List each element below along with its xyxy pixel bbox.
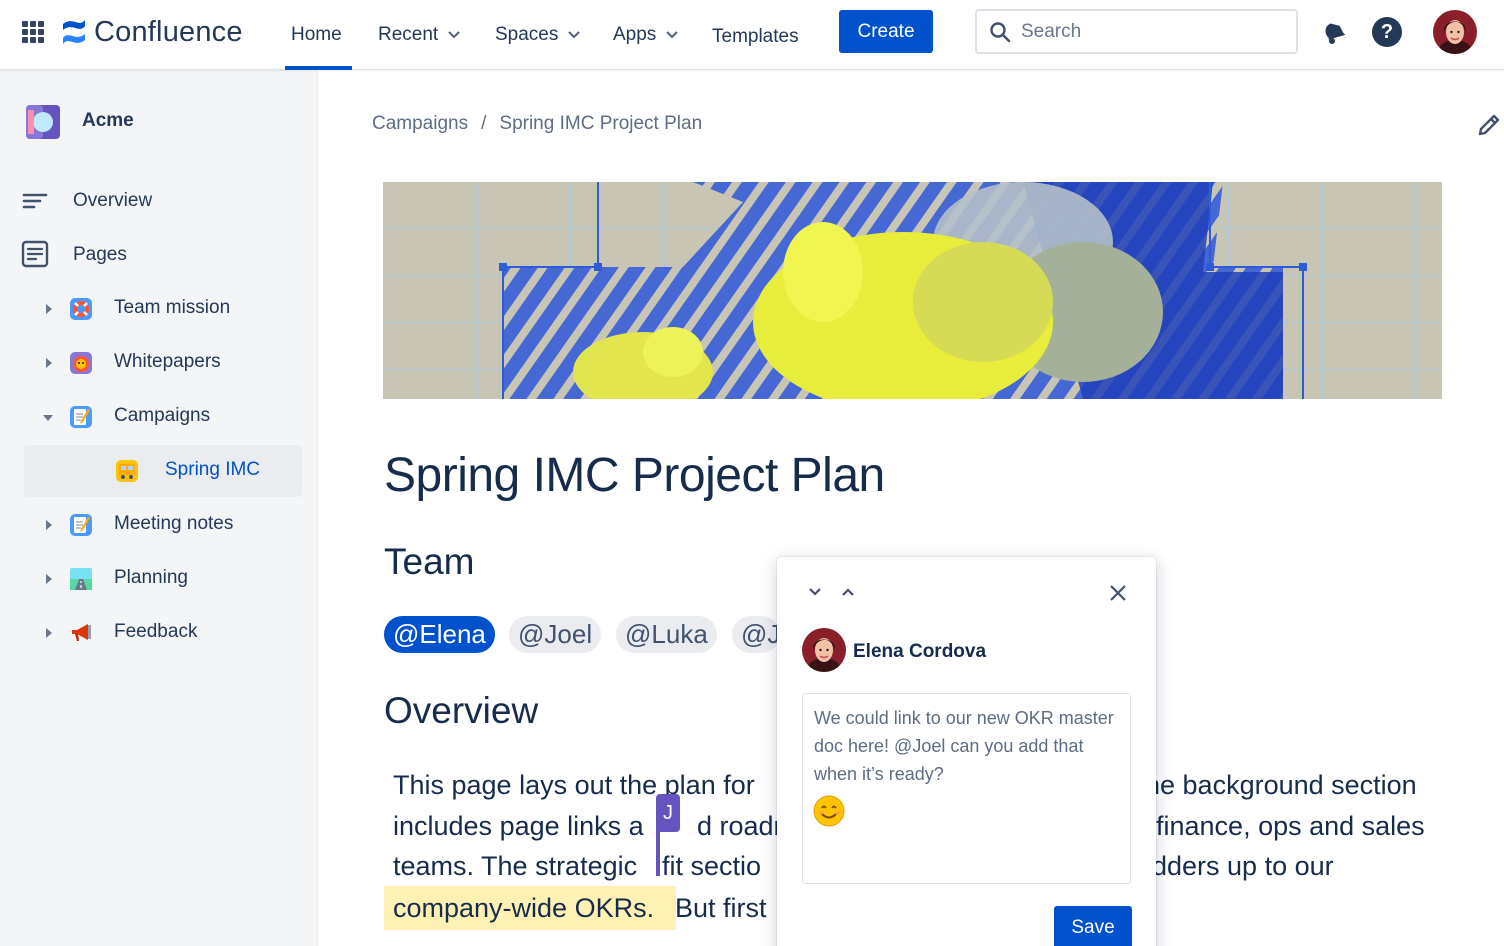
bus-icon (116, 460, 138, 482)
caret-right-icon[interactable] (44, 628, 54, 638)
overview-heading: Overview (384, 690, 539, 731)
tree-item-planning[interactable]: Planning (24, 553, 302, 605)
smiling-face-icon (813, 795, 845, 827)
space-logo-icon[interactable] (26, 105, 60, 139)
close-icon[interactable] (1109, 584, 1127, 602)
tree-item-feedback[interactable]: Feedback (24, 607, 302, 659)
sidebar-item-label: Overview (73, 190, 153, 211)
nav-recent[interactable]: Recent (378, 0, 460, 70)
edit-pencil-icon[interactable] (1476, 112, 1502, 138)
sidebar: Acme Overview Pages Team mission Whitepa… (0, 70, 318, 946)
paragraph-line-4: company-wide OKRs. (393, 893, 655, 923)
overview-lines-icon (22, 193, 48, 209)
comment-author-name: Elena Cordova (853, 641, 987, 662)
megaphone-icon (72, 624, 91, 641)
paragraph-line-4-mid: But first (675, 893, 767, 923)
tree-item-campaigns[interactable]: Campaigns (24, 391, 302, 443)
notifications-bell-icon[interactable] (1320, 18, 1348, 46)
comment-editor[interactable]: We could link to our new OKR master doc … (802, 693, 1131, 884)
mention-partial[interactable]: @J (732, 616, 781, 653)
memo-icon (70, 406, 92, 428)
comment-author-avatar-image (802, 628, 846, 672)
breadcrumb-current[interactable]: Spring IMC Project Plan (499, 113, 702, 135)
tree-item-label: Spring IMC (165, 459, 261, 480)
nav-active-indicator (285, 66, 352, 70)
paragraph-line-3-right: dders up to our (1152, 851, 1334, 881)
collaborator-cursor-flag: J (656, 794, 680, 832)
tree-item-spring-imc[interactable]: Spring IMC (24, 445, 302, 497)
caret-right-icon[interactable] (44, 574, 54, 584)
tree-item-label: Feedback (114, 621, 198, 642)
search-icon (990, 21, 1011, 42)
paragraph-line-3: teams. The strategic (393, 851, 638, 881)
chevron-down-icon (448, 31, 460, 39)
nav-spaces[interactable]: Spaces (495, 0, 581, 70)
tree-item-label: Campaigns (114, 405, 211, 426)
search-input[interactable] (1021, 20, 1271, 43)
comment-text[interactable]: We could link to our new OKR master doc … (814, 704, 1124, 788)
chevron-down-icon (666, 31, 679, 39)
confluence-logo[interactable]: Confluence (60, 14, 243, 50)
sidebar-item-pages[interactable]: Pages (0, 235, 318, 275)
sidebar-item-overview[interactable]: Overview (0, 181, 318, 221)
caret-right-icon[interactable] (44, 520, 54, 530)
pages-document-icon (21, 240, 49, 268)
tree-item-label: Whitepapers (114, 351, 221, 372)
paragraph-line-1: This page lays out the plan for (393, 770, 755, 800)
tree-item-label: Planning (114, 567, 188, 588)
page-header-image (383, 182, 1442, 399)
top-navigation-bar: Confluence Home Recent Spaces Apps Templ… (0, 0, 1504, 70)
caret-right-icon[interactable] (44, 358, 54, 368)
tree-item-label: Team mission (114, 297, 231, 318)
confluence-logo-icon (63, 20, 85, 44)
app-name: Confluence (94, 15, 243, 48)
user-avatar[interactable] (1433, 10, 1477, 54)
create-button[interactable]: Create (839, 10, 933, 53)
sidebar-item-label: Pages (73, 244, 127, 265)
nav-apps-label: Apps (613, 24, 657, 45)
caret-down-icon[interactable] (43, 413, 53, 423)
comment-author-avatar (802, 628, 846, 672)
road-icon (70, 568, 92, 590)
chevron-down-icon (568, 31, 581, 39)
nav-spaces-label: Spaces (495, 24, 559, 45)
tree-item-label: Meeting notes (114, 513, 234, 534)
inline-comment-popup: Elena Cordova We could link to our new O… (777, 557, 1156, 946)
tree-item-team-mission[interactable]: Team mission (24, 283, 302, 335)
user-avatar-image (1433, 10, 1477, 54)
tree-item-meeting-notes[interactable]: Meeting notes (24, 499, 302, 551)
nav-templates-label: Templates (712, 26, 799, 47)
nav-home-label: Home (291, 24, 342, 45)
mention-joel[interactable]: @Joel (509, 616, 602, 653)
nav-templates[interactable]: Templates (712, 2, 799, 72)
app-switcher-icon[interactable] (22, 21, 44, 43)
paragraph-line-3-mid: fit sectio (662, 851, 762, 881)
breadcrumb-separator: / (481, 113, 487, 134)
nav-recent-label: Recent (378, 24, 439, 45)
save-button[interactable]: Save (1054, 906, 1132, 946)
nav-apps[interactable]: Apps (613, 0, 679, 70)
memo-icon (70, 514, 92, 536)
breadcrumb-parent[interactable]: Campaigns (372, 113, 468, 135)
paragraph-line-2: includes page links a (393, 811, 644, 841)
lifebuoy-icon (70, 298, 92, 320)
face-icon (70, 352, 92, 374)
paragraph-line-2-right: finance, ops and sales (1156, 811, 1425, 841)
paragraph-line-1-right: ne background section (1145, 770, 1417, 800)
tree-item-whitepapers[interactable]: Whitepapers (24, 337, 302, 389)
caret-right-icon[interactable] (44, 304, 54, 314)
team-heading: Team (384, 541, 475, 582)
mention-luka[interactable]: @Luka (616, 616, 717, 653)
page-title: Spring IMC Project Plan (384, 449, 885, 502)
search-box[interactable] (975, 9, 1298, 54)
breadcrumb: Campaigns / Spring IMC Project Plan (372, 113, 702, 135)
chevron-down-icon[interactable] (808, 587, 822, 597)
chevron-up-icon[interactable] (841, 587, 855, 597)
space-name[interactable]: Acme (82, 110, 134, 132)
help-icon[interactable]: ? (1372, 17, 1402, 47)
nav-home[interactable]: Home (291, 0, 342, 70)
coral-header-illustration (383, 182, 1442, 399)
mention-elena[interactable]: @Elena (384, 616, 495, 653)
